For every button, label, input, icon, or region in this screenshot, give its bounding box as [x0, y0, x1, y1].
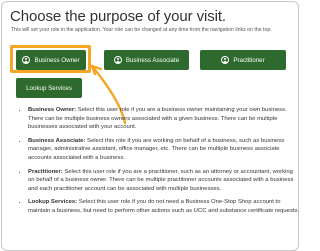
role-item-business-associate: Business Associate: Select this role if … [28, 137, 300, 163]
role-descriptions: Business Owner: Select this user role if… [14, 106, 300, 221]
role-item-lookup-services: Lookup Services: Select this user role i… [28, 198, 300, 215]
role-item-practitioner: Practitioner: Select this user role if y… [28, 168, 300, 194]
role-item-business-owner: Business Owner: Select this user role if… [28, 106, 300, 132]
